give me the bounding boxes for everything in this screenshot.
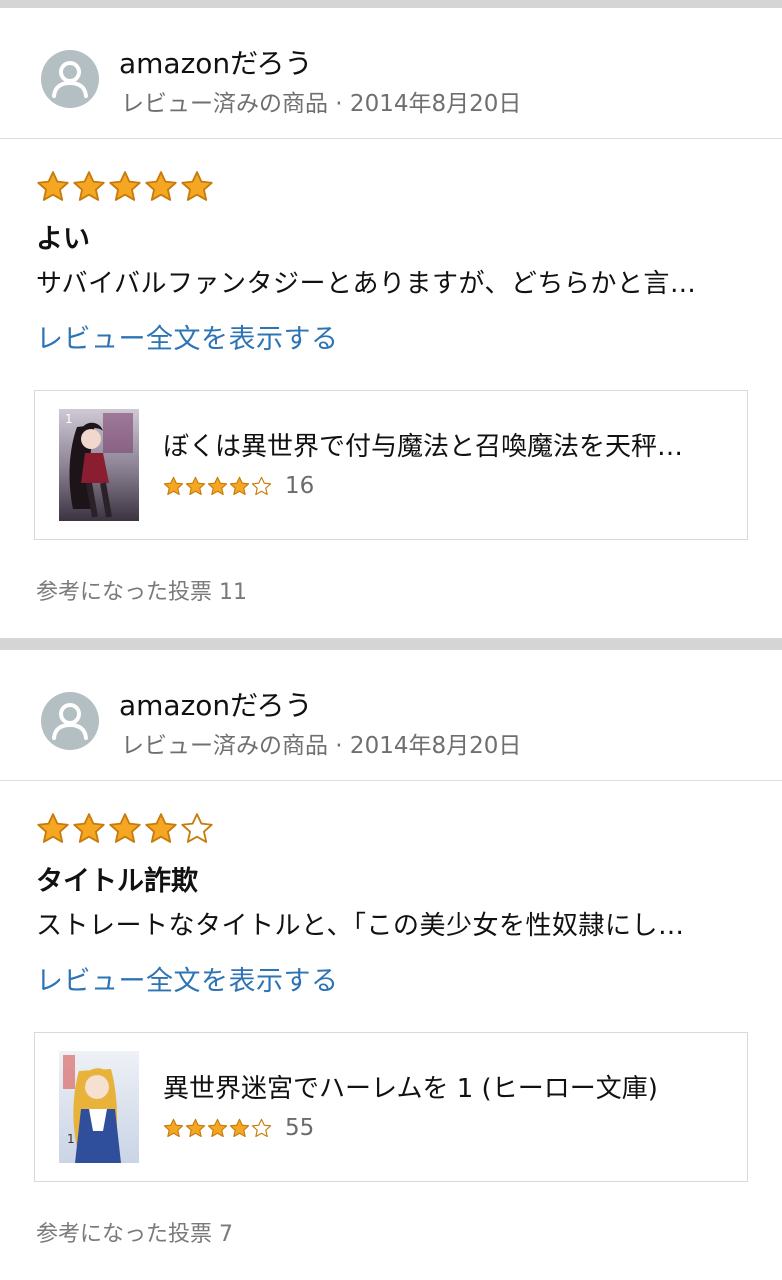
star-filled-icon [73, 813, 105, 843]
product-rating: 16 [163, 473, 314, 499]
product-title[interactable]: 異世界迷宮でハーレムを 1 (ヒーロー文庫) [163, 1071, 733, 1107]
star-filled-icon [37, 813, 69, 843]
product-rating-count: 55 [285, 1115, 315, 1141]
helpful-votes: 参考になった投票 7 [36, 1222, 233, 1247]
reviewer-name[interactable]: amazonだろう [119, 42, 313, 82]
product-rating-stars [163, 476, 272, 497]
read-full-review-link[interactable]: レビュー全文を表示する [36, 322, 339, 358]
star-filled-icon [145, 171, 177, 201]
reviewer-name[interactable]: amazonだろう [119, 684, 313, 724]
star-filled-icon [145, 813, 177, 843]
product-card[interactable]: 1 異世界迷宮でハーレムを 1 (ヒーロー文庫) 55 [34, 1032, 748, 1182]
review-card: amazonだろう レビュー済みの商品 · 2014年8月20日 よい サバイバ… [0, 8, 782, 638]
star-filled-icon [181, 171, 213, 201]
star-filled-icon [37, 171, 69, 201]
product-card[interactable]: 1 ぼくは異世界で付与魔法と召喚魔法を天秤… 16 [34, 390, 748, 540]
review-rating-stars [36, 812, 750, 846]
review-card: amazonだろう レビュー済みの商品 · 2014年8月20日 タイトル詐欺 … [0, 650, 782, 1280]
product-title[interactable]: ぼくは異世界で付与魔法と召喚魔法を天秤… [163, 429, 733, 465]
svg-text:1: 1 [67, 1132, 75, 1146]
star-filled-icon [163, 1118, 184, 1137]
star-filled-icon [73, 171, 105, 201]
product-rating-count: 16 [285, 473, 315, 499]
star-empty-icon [251, 476, 272, 495]
helpful-votes: 参考になった投票 11 [36, 580, 247, 605]
star-filled-icon [207, 476, 228, 495]
top-separator [0, 0, 782, 8]
star-filled-icon [207, 1118, 228, 1137]
star-empty-icon [251, 1118, 272, 1137]
star-empty-icon [181, 813, 213, 843]
review-separator [0, 638, 782, 650]
product-rating-stars [163, 1118, 272, 1139]
star-filled-icon [163, 476, 184, 495]
review-header: amazonだろう レビュー済みの商品 · 2014年8月20日 [0, 8, 782, 139]
review-text: ストレートなタイトルと、「この美少女を性奴隷にし… [36, 911, 685, 941]
product-rating: 55 [163, 1115, 314, 1141]
review-text: サバイバルファンタジーとありますが、どちらかと言… [36, 269, 697, 299]
book-cover-image[interactable]: 1 [59, 409, 139, 521]
star-filled-icon [109, 171, 141, 201]
review-title: よい [36, 224, 90, 255]
star-filled-icon [185, 476, 206, 495]
review-title: タイトル詐欺 [36, 866, 198, 897]
star-filled-icon [229, 476, 250, 495]
svg-text:1: 1 [65, 412, 73, 426]
book-cover-image[interactable]: 1 [59, 1051, 139, 1163]
star-filled-icon [185, 1118, 206, 1137]
read-full-review-link[interactable]: レビュー全文を表示する [36, 964, 339, 1000]
star-filled-icon [229, 1118, 250, 1137]
review-header: amazonだろう レビュー済みの商品 · 2014年8月20日 [0, 650, 782, 781]
star-filled-icon [109, 813, 141, 843]
avatar-icon[interactable] [41, 50, 99, 108]
review-meta: レビュー済みの商品 · 2014年8月20日 [121, 91, 522, 117]
avatar-icon[interactable] [41, 692, 99, 750]
review-rating-stars [36, 170, 750, 204]
review-meta: レビュー済みの商品 · 2014年8月20日 [121, 733, 522, 759]
